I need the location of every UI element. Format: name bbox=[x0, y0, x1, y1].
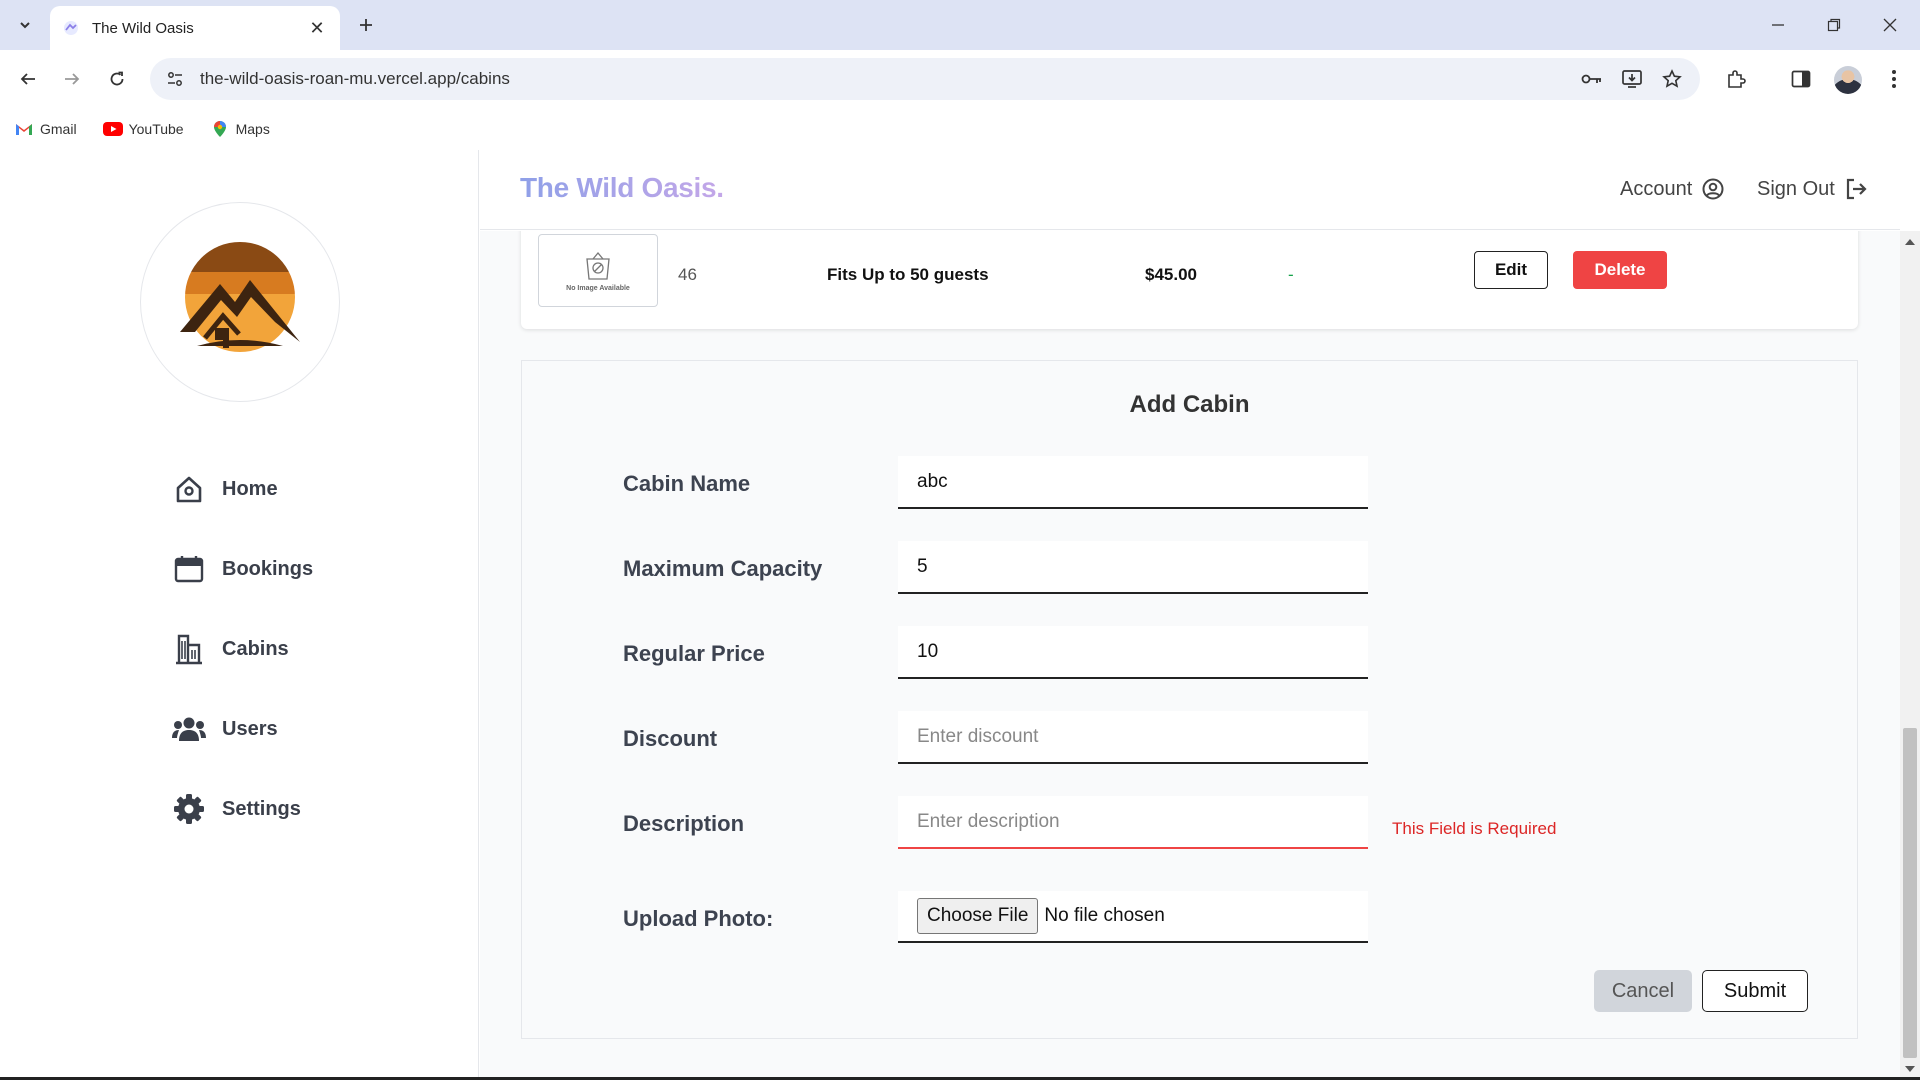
youtube-icon bbox=[102, 121, 123, 137]
upload-photo-label: Upload Photo: bbox=[623, 906, 774, 931]
logo[interactable] bbox=[140, 202, 340, 402]
cabin-table-row: No Image Available 46 Fits Up to 50 gues… bbox=[521, 231, 1858, 329]
discount-input[interactable] bbox=[898, 711, 1368, 764]
gear-icon bbox=[172, 792, 206, 826]
choose-file-button[interactable]: Choose File bbox=[917, 898, 1039, 934]
app-root: Home Bookings Cabins Users Settings The … bbox=[0, 150, 1920, 1078]
sidebar-item-label: Bookings bbox=[222, 557, 314, 580]
bookmark-maps[interactable]: Maps bbox=[210, 121, 270, 137]
side-panel-icon[interactable] bbox=[1785, 63, 1817, 95]
site-favicon-icon bbox=[64, 21, 78, 35]
cabin-image-placeholder: No Image Available bbox=[538, 234, 658, 307]
add-cabin-form: Add Cabin Cabin Name Maximum Capacity Re… bbox=[521, 360, 1858, 1039]
maps-icon bbox=[210, 121, 230, 137]
scrollbar-thumb[interactable] bbox=[1903, 728, 1917, 1058]
calendar-icon bbox=[172, 552, 206, 586]
max-capacity-label: Maximum Capacity bbox=[623, 556, 823, 581]
form-title: Add Cabin bbox=[1129, 391, 1250, 418]
browser-menu-icon[interactable] bbox=[1878, 63, 1910, 95]
user-circle-icon bbox=[1700, 176, 1726, 202]
cabin-discount-cell: - bbox=[1288, 265, 1294, 284]
max-capacity-input[interactable] bbox=[898, 541, 1368, 594]
sign-out-icon bbox=[1843, 176, 1869, 202]
forward-arrow-icon[interactable] bbox=[56, 63, 88, 95]
back-arrow-icon[interactable] bbox=[12, 63, 44, 95]
sidebar-item-label: Settings bbox=[222, 797, 301, 820]
close-window-icon[interactable] bbox=[1870, 8, 1910, 42]
bookmark-label: Maps bbox=[235, 121, 270, 137]
profile-avatar[interactable] bbox=[1834, 66, 1862, 94]
sign-out-link[interactable]: Sign Out bbox=[1757, 176, 1869, 202]
minimize-icon[interactable] bbox=[1758, 8, 1798, 42]
gmail-icon bbox=[14, 121, 34, 137]
bookmark-star-icon[interactable] bbox=[1660, 67, 1684, 91]
browser-toolbar: the-wild-oasis-roan-mu.vercel.app/cabins bbox=[0, 50, 1920, 108]
sidebar-item-settings[interactable]: Settings bbox=[172, 789, 301, 829]
close-tab-icon[interactable]: ✕ bbox=[306, 17, 328, 39]
cabin-capacity-cell: Fits Up to 50 guests bbox=[827, 265, 989, 284]
cabin-price-cell: $45.00 bbox=[1145, 265, 1197, 284]
cancel-button[interactable]: Cancel bbox=[1594, 970, 1692, 1012]
no-image-icon bbox=[586, 251, 610, 280]
bookmark-label: YouTube bbox=[128, 121, 184, 137]
sidebar-item-bookings[interactable]: Bookings bbox=[172, 549, 313, 589]
users-icon bbox=[172, 712, 206, 746]
description-input[interactable] bbox=[898, 796, 1368, 849]
cabin-name-input[interactable] bbox=[898, 456, 1368, 509]
tab-search-chevron-icon[interactable] bbox=[11, 11, 39, 39]
edit-cabin-button[interactable]: Edit bbox=[1474, 251, 1548, 289]
description-label: Description bbox=[623, 811, 745, 836]
no-image-text: No Image Available bbox=[566, 285, 630, 292]
scroll-down-arrow-icon[interactable] bbox=[1905, 1066, 1915, 1072]
sidebar-item-label: Users bbox=[222, 717, 278, 740]
main-content: No Image Available 46 Fits Up to 50 gues… bbox=[480, 231, 1900, 1078]
site-info-icon[interactable] bbox=[164, 68, 186, 90]
sign-out-label: Sign Out bbox=[1757, 177, 1835, 200]
building-icon bbox=[172, 632, 206, 666]
wild-oasis-logo-icon bbox=[180, 242, 300, 352]
scroll-up-arrow-icon[interactable] bbox=[1905, 239, 1915, 245]
tab-title: The Wild Oasis bbox=[92, 19, 194, 37]
cabin-name-cell: 46 bbox=[678, 265, 697, 284]
browser-tab[interactable]: The Wild Oasis ✕ bbox=[50, 6, 340, 50]
sidebar-item-home[interactable]: Home bbox=[172, 469, 278, 509]
bookmark-youtube[interactable]: YouTube bbox=[102, 121, 184, 137]
bookmark-label: Gmail bbox=[40, 121, 77, 137]
photo-file-input: Choose File No file chosen bbox=[898, 891, 1368, 943]
sidebar-item-label: Cabins bbox=[222, 637, 289, 660]
file-status-text: No file chosen bbox=[1044, 905, 1165, 926]
sidebar-item-label: Home bbox=[222, 477, 278, 500]
install-app-icon[interactable] bbox=[1620, 67, 1644, 91]
page-scrollbar[interactable] bbox=[1900, 231, 1920, 1078]
cabin-name-label: Cabin Name bbox=[623, 471, 751, 496]
account-link[interactable]: Account bbox=[1620, 176, 1726, 202]
description-error-message: This Field is Required bbox=[1392, 819, 1557, 838]
regular-price-label: Regular Price bbox=[623, 641, 765, 666]
browser-tab-bar: The Wild Oasis ✕ bbox=[0, 0, 1920, 50]
url-text: the-wild-oasis-roan-mu.vercel.app/cabins bbox=[200, 69, 510, 88]
sidebar-item-cabins[interactable]: Cabins bbox=[172, 629, 289, 669]
regular-price-input[interactable] bbox=[898, 626, 1368, 679]
reload-icon[interactable] bbox=[101, 63, 133, 95]
bookmarks-bar: Gmail YouTube Maps bbox=[0, 108, 1920, 150]
bookmark-gmail[interactable]: Gmail bbox=[14, 121, 77, 137]
account-label: Account bbox=[1620, 177, 1693, 200]
password-key-icon[interactable] bbox=[1580, 67, 1604, 91]
app-header: The Wild Oasis. Account Sign Out bbox=[480, 150, 1900, 230]
restore-icon[interactable] bbox=[1814, 8, 1854, 42]
submit-button[interactable]: Submit bbox=[1702, 970, 1808, 1012]
extensions-puzzle-icon[interactable] bbox=[1720, 63, 1752, 95]
delete-cabin-button[interactable]: Delete bbox=[1573, 251, 1667, 289]
home-icon bbox=[172, 472, 206, 506]
sidebar: Home Bookings Cabins Users Settings bbox=[0, 150, 479, 1078]
discount-label: Discount bbox=[623, 726, 718, 751]
new-tab-icon[interactable] bbox=[353, 12, 379, 38]
brand-title[interactable]: The Wild Oasis. bbox=[520, 172, 724, 204]
sidebar-item-users[interactable]: Users bbox=[172, 709, 278, 749]
address-bar[interactable]: the-wild-oasis-roan-mu.vercel.app/cabins bbox=[150, 58, 1700, 100]
